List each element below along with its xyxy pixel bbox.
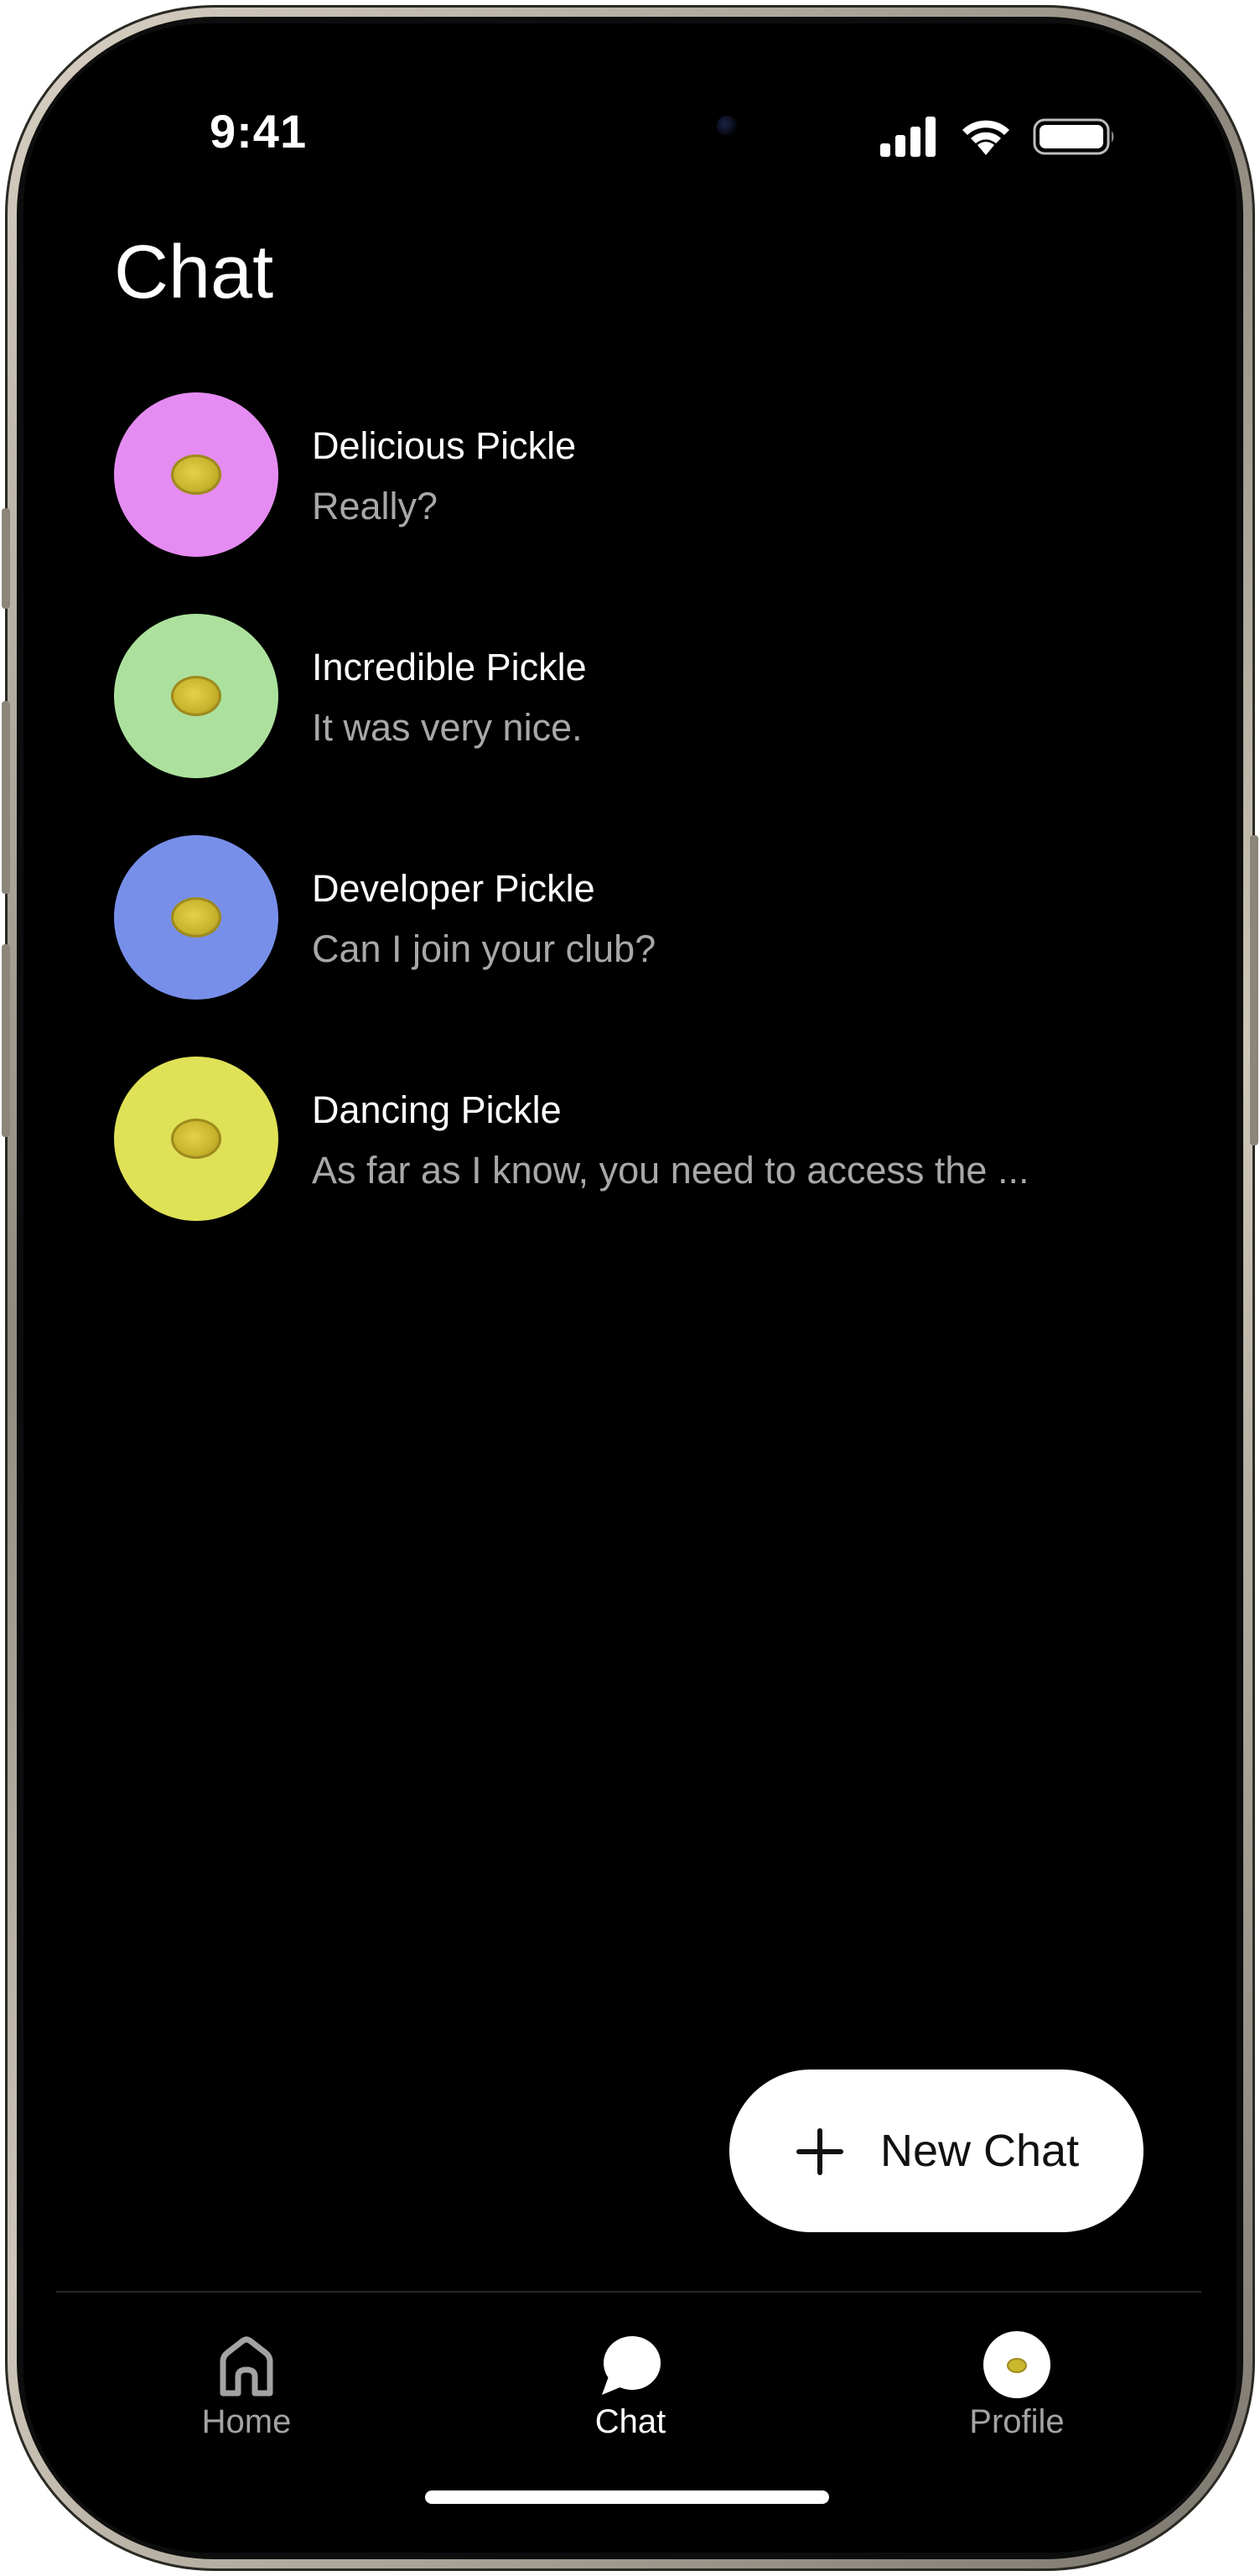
action-button: [2, 508, 10, 609]
chat-preview: It was very nice.: [312, 706, 583, 749]
status-icons: [879, 114, 1117, 159]
chat-name: Dancing Pickle: [312, 1088, 562, 1131]
chat-list-item-dancing-pickle[interactable]: Dancing Pickle As far as I know, you nee…: [114, 1057, 1120, 1278]
chat-list: Delicious Pickle Really? Incredible Pick…: [114, 392, 1120, 1278]
wifi-icon: [962, 120, 1009, 155]
cellular-signal-icon: [880, 117, 936, 157]
pickle-icon: [171, 897, 221, 937]
tab-profile[interactable]: Profile: [933, 2329, 1101, 2455]
tab-label: Profile: [969, 2403, 1065, 2440]
pickle-icon: [171, 454, 221, 495]
front-camera-icon: [717, 116, 737, 136]
volume-up-button: [2, 701, 10, 894]
page-title: Chat: [114, 231, 274, 314]
tab-label: Home: [201, 2403, 292, 2440]
chat-name: Delicious Pickle: [312, 424, 577, 467]
speech-bubble-icon: [602, 2336, 661, 2395]
chat-preview: Can I join your club?: [312, 927, 656, 970]
dynamic-island: [500, 84, 777, 168]
chat-list-item-delicious-pickle[interactable]: Delicious Pickle Really?: [114, 392, 1120, 614]
tab-label: Chat: [594, 2403, 666, 2440]
chat-name: Developer Pickle: [312, 867, 595, 910]
avatar: [114, 614, 278, 778]
power-button: [1250, 835, 1258, 1145]
pickle-icon: [171, 676, 221, 716]
chat-list-item-incredible-pickle[interactable]: Incredible Pickle It was very nice.: [114, 614, 1120, 835]
avatar: [114, 392, 278, 557]
new-chat-label: New Chat: [880, 2126, 1080, 2176]
house-icon: [220, 2336, 273, 2397]
new-chat-button[interactable]: New Chat: [729, 2070, 1143, 2232]
home-indicator[interactable]: [425, 2490, 829, 2504]
pickle-icon: [171, 1119, 221, 1159]
app-screen: 9:41 Chat Delicious Pickle Really? Incre…: [23, 23, 1237, 2553]
tab-chat[interactable]: Chat: [547, 2329, 714, 2455]
profile-avatar-icon: [983, 2331, 1050, 2398]
chat-preview: As far as I know, you need to access the…: [312, 1149, 1029, 1192]
tab-home[interactable]: Home: [163, 2329, 330, 2455]
chat-name: Incredible Pickle: [312, 646, 587, 688]
avatar: [114, 1057, 278, 1221]
plus-icon: [796, 2128, 843, 2175]
tab-bar-divider: [56, 2291, 1201, 2293]
chat-list-item-developer-pickle[interactable]: Developer Pickle Can I join your club?: [114, 835, 1120, 1057]
avatar: [114, 835, 278, 1000]
status-time: 9:41: [210, 105, 308, 158]
battery-icon: [1033, 118, 1114, 155]
chat-preview: Really?: [312, 485, 438, 527]
volume-down-button: [2, 944, 10, 1137]
